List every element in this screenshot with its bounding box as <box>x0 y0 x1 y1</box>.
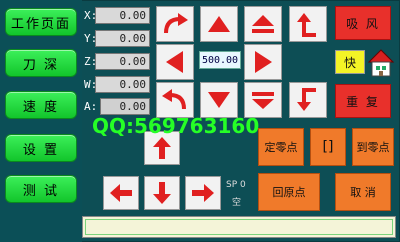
return-origin-button[interactable]: 回原点 <box>258 173 320 211</box>
rotate-ccw-icon <box>162 89 186 110</box>
eject-icon <box>252 15 274 33</box>
axis-label-y: Y: <box>84 32 98 45</box>
arrow-left-icon <box>166 51 183 73</box>
double-bar-down-icon <box>252 92 274 109</box>
sidebar-item-work-page[interactable]: 工作页面 <box>5 8 77 36</box>
corner-arrow-icon <box>297 13 316 37</box>
repeat-button[interactable]: 重 复 <box>335 84 391 118</box>
axis-label-z: Z: <box>84 55 98 68</box>
jog-left-button[interactable] <box>103 176 139 210</box>
goto-zero-button[interactable]: 到零点 <box>352 128 394 166</box>
arrow-right-icon <box>255 51 272 73</box>
coord-w-value: 0.00 <box>95 76 150 93</box>
cancel-button[interactable]: 取 消 <box>335 173 391 211</box>
coord-x-value: 0.00 <box>95 7 150 24</box>
jog-y-minus-button[interactable] <box>200 82 238 118</box>
lower-button[interactable] <box>244 82 282 118</box>
jog-x-plus-button[interactable] <box>244 44 282 80</box>
spindle-substatus: 空 <box>232 198 242 208</box>
sidebar-item-test[interactable]: 测 试 <box>5 175 77 203</box>
axis-label-w: W: <box>84 78 98 91</box>
fast-button[interactable]: 快 <box>335 50 365 74</box>
sidebar-item-speed[interactable]: 速 度 <box>5 91 77 119</box>
arrow-up-icon <box>153 137 171 159</box>
jog-right-button[interactable] <box>185 176 221 210</box>
watermark-text: QQ:569763160 <box>92 114 260 138</box>
corner-up-left-button[interactable] <box>289 6 327 42</box>
eject-button[interactable] <box>244 6 282 42</box>
rotate-cw-button[interactable] <box>156 6 194 42</box>
suction-button[interactable]: 吸 风 <box>335 6 391 40</box>
status-bar-inner <box>85 219 393 235</box>
jog-z-down-button[interactable] <box>144 176 180 210</box>
home-icon[interactable] <box>367 48 395 78</box>
arrow-left-icon <box>110 184 132 202</box>
rotate-cw-icon <box>164 13 188 34</box>
speed-value[interactable]: 500.00 <box>199 51 241 69</box>
jog-x-minus-button[interactable] <box>156 44 194 80</box>
axis-label-x: X: <box>84 9 98 22</box>
home-icon-svg <box>367 49 395 77</box>
arrow-right-icon <box>192 184 214 202</box>
corner-arrow-down-icon <box>297 88 316 111</box>
coord-a-value: 0.00 <box>100 98 150 115</box>
jog-y-plus-button[interactable] <box>200 6 238 42</box>
arrow-down-icon <box>208 92 230 108</box>
sidebar-item-depth[interactable]: 刀 深 <box>5 49 77 77</box>
coord-y-value: 0.00 <box>95 30 150 47</box>
spindle-status: SP 0 <box>226 180 246 190</box>
coord-z-value: 0.00 <box>95 53 150 70</box>
arrow-up-icon <box>208 16 230 32</box>
bracket-button[interactable]: [] <box>310 128 346 166</box>
set-zero-button[interactable]: 定零点 <box>258 128 304 166</box>
axis-label-a: A: <box>84 100 98 113</box>
sidebar-item-settings[interactable]: 设 置 <box>5 134 77 162</box>
corner-down-left-button[interactable] <box>289 82 327 118</box>
arrow-down-icon <box>153 182 171 204</box>
sidebar: 工作页面 刀 深 速 度 设 置 测 试 <box>0 0 82 242</box>
status-bar <box>82 216 396 238</box>
rotate-ccw-button[interactable] <box>156 82 194 118</box>
